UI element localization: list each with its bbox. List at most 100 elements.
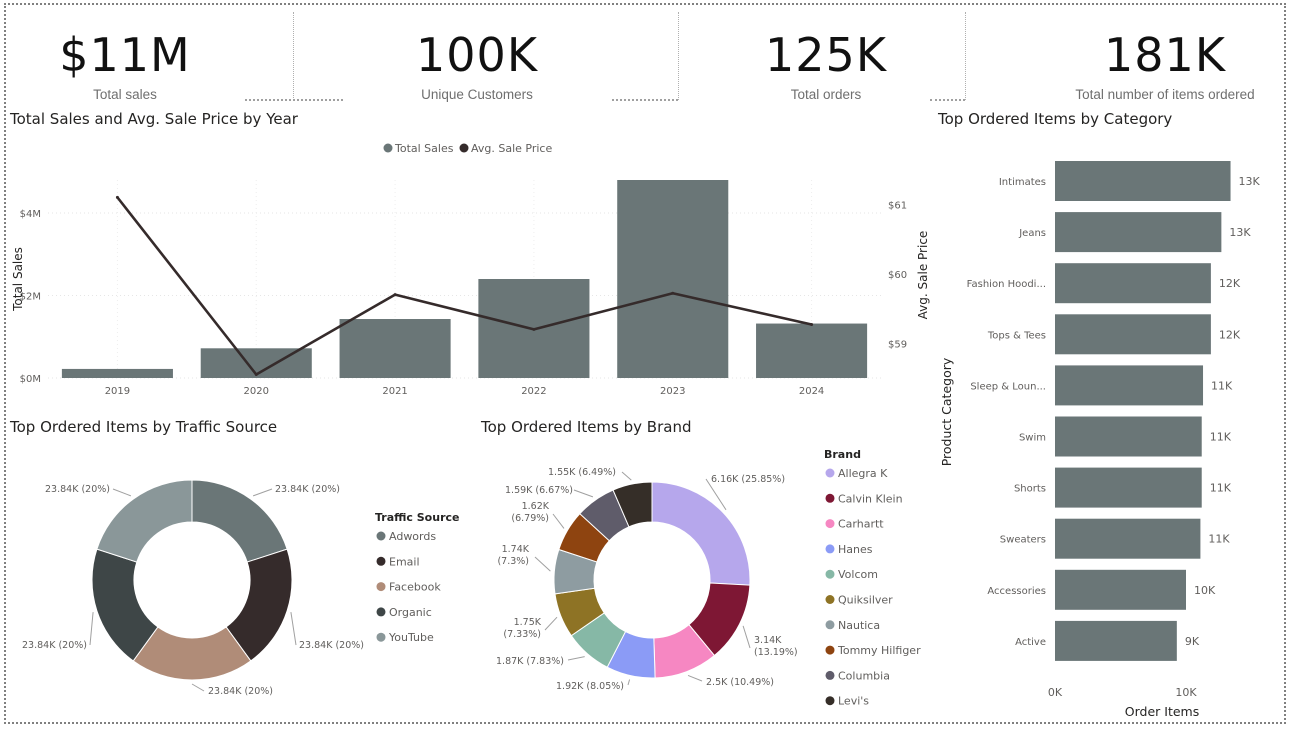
brand-slice[interactable] [651,481,751,586]
traffic-leader-line [112,488,132,497]
category-tick-label: Tops & Tees [987,330,1046,341]
traffic-legend-item[interactable]: Facebook [389,581,441,594]
brand-data-label: 1.62K [522,501,550,512]
category-data-label: 9K [1185,635,1200,648]
traffic-leader-line [191,683,205,692]
category-bar[interactable] [1055,518,1201,559]
legend-marker-avg-sale-price [459,143,469,153]
category-bar[interactable] [1055,467,1202,508]
category-tick-label: Intimates [999,177,1046,188]
x-tick-label: 10K [1175,686,1197,699]
brand-leader-line [627,679,631,686]
x-tick-label: 2024 [799,386,824,397]
brand-legend-item[interactable]: Carhartt [838,518,884,531]
brand-legend-marker [825,645,835,655]
category-bar[interactable] [1055,365,1204,406]
brand-leader-line [573,489,594,498]
traffic-legend-item[interactable]: Adwords [389,530,436,543]
total-sales-bar[interactable] [339,319,451,378]
brand-legend-item[interactable]: Allegra K [838,467,888,480]
brand-legend-marker [825,519,835,529]
x-tick-label: 2022 [521,386,546,397]
legend-item-avg-sale-price[interactable]: Avg. Sale Price [471,142,552,155]
brand-leader-line [687,674,703,682]
traffic-legend-item[interactable]: YouTube [388,631,434,644]
category-tick-label: Accessories [987,586,1046,597]
avg-sale-price-point[interactable] [393,293,397,297]
brand-data-label: 1.92K (8.05%) [556,681,624,692]
avg-sale-price-point[interactable] [810,323,814,327]
category-bar[interactable] [1055,569,1186,610]
traffic-legend-marker [376,556,386,566]
brand-data-label: 2.5K (10.49%) [706,677,774,688]
category-tick-label: Shorts [1014,484,1046,495]
legend-item-total-sales[interactable]: Total Sales [394,142,454,155]
y-tick-label: $4M [20,209,41,220]
traffic-leader-line [89,612,94,646]
brand-legend-item[interactable]: Hanes [838,543,873,556]
avg-sale-price-point[interactable] [115,195,119,199]
brand-legend-item[interactable]: Quiksilver [838,594,893,607]
traffic-leader-line [252,488,273,497]
x-tick-label: 2019 [105,386,130,397]
brand-data-label: 1.74K [502,544,530,555]
brand-legend-item[interactable]: Tommy Hilfiger [837,644,921,657]
traffic-legend-title: Traffic Source [375,511,459,524]
avg-sale-price-point[interactable] [532,327,536,331]
category-tick-label: Jeans [1018,228,1046,239]
brand-legend-marker [825,670,835,680]
x-tick-label: 2020 [244,386,269,397]
brand-legend-marker [825,493,835,503]
category-data-label: 12K [1219,277,1241,290]
y-axis-title: Product Category [939,357,954,466]
traffic-legend-marker [376,607,386,617]
category-tick-label: Swim [1019,433,1046,444]
category-data-label: 11K [1210,482,1232,495]
y2-tick-label: $61 [888,200,907,211]
y2-tick-label: $60 [888,270,907,281]
traffic-data-label: 23.84K (20%) [208,686,273,697]
traffic-slice[interactable] [96,479,193,563]
brand-data-label: (7.3%) [497,556,529,567]
brand-legend-marker [825,595,835,604]
avg-sale-price-point[interactable] [671,291,675,295]
brand-data-label: 1.75K [514,617,542,628]
y2-tick-label: $59 [888,339,907,350]
brand-data-label: 1.87K (7.83%) [496,656,564,667]
brand-legend-item[interactable]: Columbia [838,669,890,682]
avg-sale-price-point[interactable] [254,373,258,377]
brand-legend-marker [825,544,835,554]
brand-leader-line [742,625,751,649]
brand-data-label: 1.55K (6.49%) [548,467,616,478]
brand-data-label: 3.14K [754,635,782,646]
brand-legend-item[interactable]: Nautica [838,619,880,632]
traffic-legend-item[interactable]: Email [389,555,420,568]
legend-marker-total-sales [383,143,393,153]
x-tick-label: 2023 [660,386,685,397]
traffic-leader-line [290,612,297,646]
category-tick-label: Sweaters [1000,535,1046,546]
brand-legend-marker [825,620,835,630]
traffic-data-label: 23.84K (20%) [45,484,110,495]
brand-legend-item[interactable]: Calvin Klein [838,492,903,505]
total-sales-bar[interactable] [617,180,729,378]
total-sales-bar[interactable] [756,323,868,378]
category-bar[interactable] [1055,416,1202,457]
total-sales-bar[interactable] [61,368,173,378]
category-tick-label: Fashion Hoodi... [967,279,1046,290]
category-bar[interactable] [1055,161,1231,201]
category-data-label: 11K [1208,533,1230,546]
category-bar[interactable] [1055,263,1211,304]
y2-axis-title: Avg. Sale Price [916,231,930,320]
traffic-slice[interactable] [191,479,288,563]
category-bar[interactable] [1055,620,1177,661]
traffic-legend-item[interactable]: Organic [389,606,432,619]
brand-legend-item[interactable]: Levi's [838,695,869,708]
brand-data-label: 6.16K (25.85%) [711,474,785,485]
brand-legend-marker [825,696,835,706]
category-data-label: 13K [1229,226,1251,239]
brand-data-label: 1.59K (6.67%) [505,485,573,496]
category-bar[interactable] [1055,212,1222,253]
category-bar[interactable] [1055,314,1211,355]
brand-legend-item[interactable]: Volcom [838,568,878,581]
